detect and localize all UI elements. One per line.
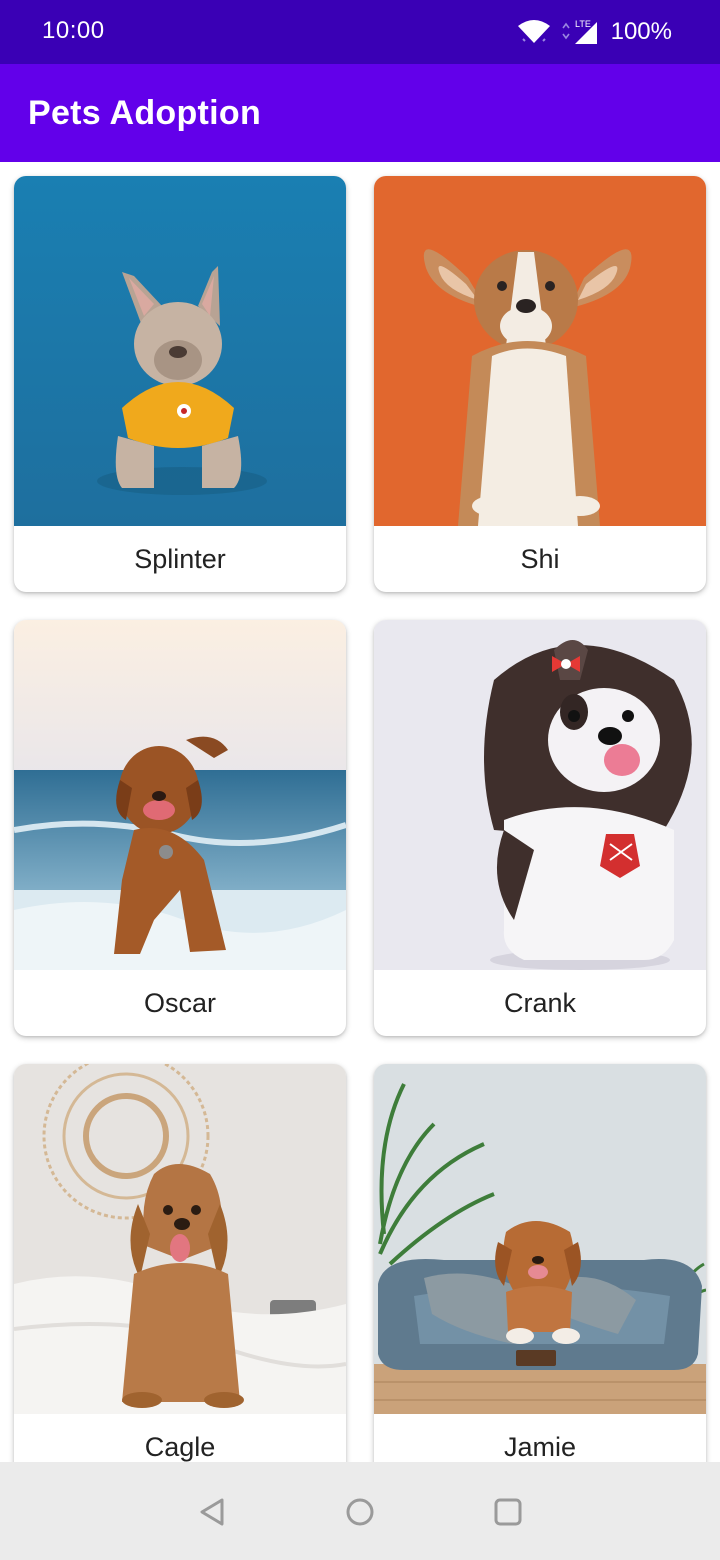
pet-name: Shi (520, 544, 560, 574)
back-icon[interactable] (192, 1492, 232, 1532)
pet-name: Jamie (503, 1432, 577, 1462)
pet-name: Cagle (144, 1432, 216, 1462)
pet-name: Splinter (134, 544, 226, 574)
status-time: 10:00 (42, 17, 105, 44)
status-bar: 10:00 LTE 100% (0, 0, 720, 64)
pet-photo (374, 1064, 706, 1414)
app-bar: Pets Adoption (0, 64, 720, 162)
battery-percentage: 100% (610, 18, 672, 45)
pet-photo (374, 620, 706, 970)
pet-card[interactable]: Oscar (14, 620, 346, 1036)
pet-photo (374, 176, 706, 526)
pet-photo (14, 620, 346, 970)
pet-name: Oscar (143, 988, 216, 1018)
home-icon[interactable] (340, 1492, 380, 1532)
pet-grid: Splinter Shi Oscar Crank Cagle Jamie (0, 162, 720, 1462)
system-nav-bar (0, 1462, 720, 1560)
pet-card[interactable]: Crank (374, 620, 706, 1036)
pet-photo (14, 176, 346, 526)
app-title: Pets Adoption (28, 94, 262, 132)
pet-card[interactable]: Shi (374, 176, 706, 592)
recents-icon[interactable] (488, 1492, 528, 1532)
lte-signal-icon: LTE (561, 19, 597, 44)
pet-card[interactable]: Jamie (374, 1064, 706, 1462)
pet-photo (14, 1064, 346, 1414)
status-icons: LTE 100% (517, 14, 672, 50)
wifi-icon (517, 20, 550, 43)
pet-card[interactable]: Splinter (14, 176, 346, 592)
pet-card[interactable]: Cagle (14, 1064, 346, 1462)
lte-label: LTE (575, 19, 591, 29)
pet-name: Crank (503, 988, 577, 1018)
